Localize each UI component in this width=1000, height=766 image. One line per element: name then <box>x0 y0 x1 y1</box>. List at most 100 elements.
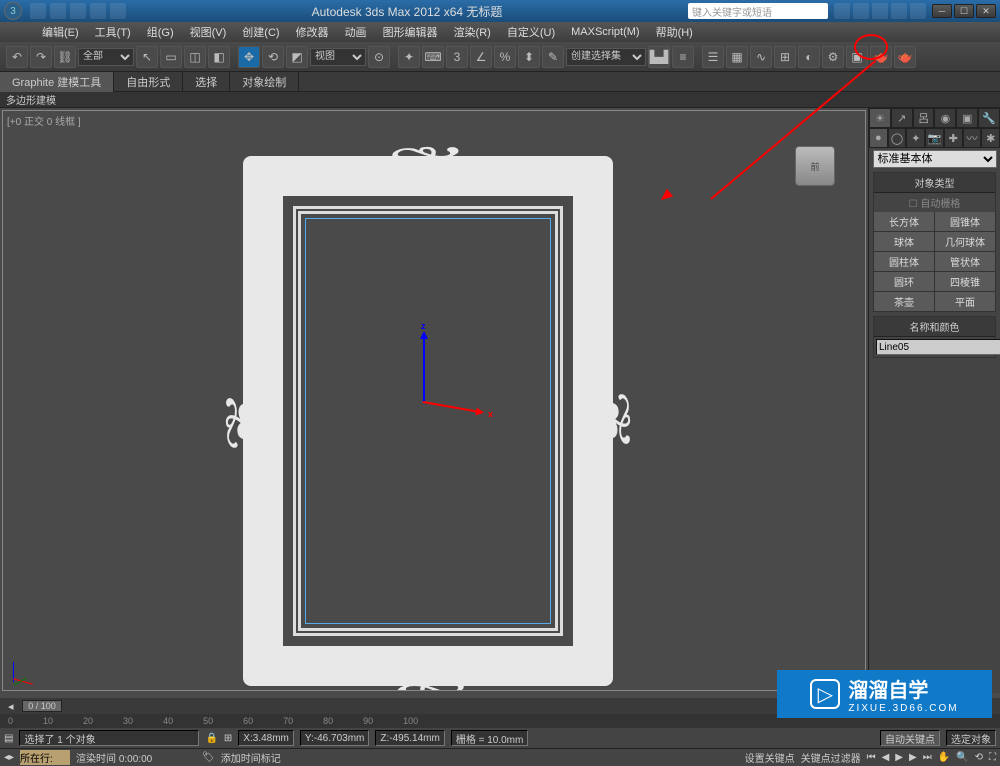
play-next-icon[interactable]: ▶ <box>909 752 917 763</box>
timeline-toggle-icon[interactable]: ◂ <box>8 700 22 713</box>
btn-plane[interactable]: 平面 <box>935 292 995 311</box>
time-slider[interactable]: 0 / 100 <box>22 700 62 712</box>
layer-manager-icon[interactable]: ☰ <box>702 46 724 68</box>
help-icon[interactable] <box>910 3 926 19</box>
curve-editor-icon[interactable]: ∿ <box>750 46 772 68</box>
select-name-icon[interactable]: ▭ <box>160 46 182 68</box>
qat-undo-icon[interactable] <box>90 3 106 19</box>
ref-coord-dropdown[interactable]: 视图 <box>310 48 366 66</box>
transform-type-icon[interactable]: ⊞ <box>224 733 232 744</box>
menu-modifiers[interactable]: 修改器 <box>288 24 337 40</box>
add-time-tag[interactable]: 添加时间标记 <box>221 750 281 765</box>
gizmo-z-axis[interactable] <box>423 333 425 403</box>
category-dropdown[interactable]: 标准基本体 <box>873 150 997 168</box>
schematic-view-icon[interactable]: ⊞ <box>774 46 796 68</box>
play-start-icon[interactable]: ⏮ <box>867 752 876 763</box>
selection-filter-dropdown[interactable]: 全部 <box>78 48 134 66</box>
key-filters-button[interactable]: 关键点过滤器 <box>801 750 861 765</box>
favorites-icon[interactable] <box>891 3 907 19</box>
menu-tools[interactable]: 工具(T) <box>87 24 139 40</box>
tab-modify-icon[interactable]: ↗ <box>891 108 913 128</box>
menu-grapheditors[interactable]: 图形编辑器 <box>375 24 446 40</box>
menu-edit[interactable]: 编辑(E) <box>34 24 87 40</box>
play-prev-icon[interactable]: ◀ <box>882 752 890 763</box>
exchange-icon[interactable] <box>872 3 888 19</box>
nav-orbit-icon[interactable]: ⟲ <box>975 752 983 763</box>
edit-selection-set-icon[interactable]: ✎ <box>542 46 564 68</box>
infocenter-search[interactable]: 键入关键字或短语 <box>688 3 828 19</box>
play-icon[interactable]: ▶ <box>895 752 903 763</box>
viewport-label[interactable]: [+0 正交 0 线框 ] <box>7 113 81 128</box>
menu-help[interactable]: 帮助(H) <box>648 24 701 40</box>
btn-cone[interactable]: 圆锥体 <box>935 212 995 231</box>
render-iterative-icon[interactable]: 🫖 <box>894 46 916 68</box>
cameras-icon[interactable]: 📷 <box>925 128 944 148</box>
transform-gizmo[interactable]: z x <box>423 401 425 403</box>
play-end-icon[interactable]: ⏭ <box>923 752 932 763</box>
btn-pyramid[interactable]: 四棱锥 <box>935 272 995 291</box>
rollout-title[interactable]: 名称和颜色 <box>874 317 995 337</box>
angle-snap-icon[interactable]: ∠ <box>470 46 492 68</box>
time-tag-icon[interactable]: 🏷 <box>202 752 215 763</box>
btn-geosphere[interactable]: 几何球体 <box>935 232 995 251</box>
setkey-button[interactable]: 设置关键点 <box>745 750 795 765</box>
menu-views[interactable]: 视图(V) <box>182 24 235 40</box>
coord-x[interactable]: X: 3.48mm <box>238 730 294 746</box>
systems-icon[interactable]: ✱ <box>981 128 1000 148</box>
selection-set-button[interactable]: 选定对象 <box>946 730 996 746</box>
lights-icon[interactable]: ✦ <box>906 128 925 148</box>
align-icon[interactable]: ≡ <box>672 46 694 68</box>
viewport[interactable]: [+0 正交 0 线框 ] ❦ ❦ ❦ ❦ z x 前 <box>2 110 866 691</box>
spacewarps-icon[interactable]: 〰 <box>963 128 982 148</box>
btn-torus[interactable]: 圆环 <box>874 272 934 291</box>
shapes-icon[interactable]: ◯ <box>888 128 907 148</box>
btn-tube[interactable]: 管状体 <box>935 252 995 271</box>
tab-freeform[interactable]: 自由形式 <box>114 72 183 92</box>
polygon-modeling-label[interactable]: 多边形建模 <box>0 92 1000 108</box>
nav-pan-icon[interactable]: ✋ <box>938 752 950 763</box>
tab-motion-icon[interactable]: ◉ <box>934 108 956 128</box>
viewport-canvas[interactable]: ❦ ❦ ❦ ❦ z x 前 <box>3 111 865 690</box>
menu-customize[interactable]: 自定义(U) <box>499 24 563 40</box>
snap-toggle-icon[interactable]: 3 <box>446 46 468 68</box>
minimize-button[interactable]: ─ <box>932 4 952 18</box>
qat-open-icon[interactable] <box>50 3 66 19</box>
helpers-icon[interactable]: ✚ <box>944 128 963 148</box>
coord-z[interactable]: Z: -495.14mm <box>375 730 444 746</box>
material-editor-icon[interactable]: ◐ <box>798 46 820 68</box>
tab-create-icon[interactable]: ☀ <box>869 108 891 128</box>
tab-selection[interactable]: 选择 <box>183 72 230 92</box>
coord-y[interactable]: Y: -46.703mm <box>300 730 369 746</box>
select-region-icon[interactable]: ◫ <box>184 46 206 68</box>
keyboard-shortcut-icon[interactable]: ⌨ <box>422 46 444 68</box>
select-icon[interactable]: ↖ <box>136 46 158 68</box>
maxscript-mini-icon[interactable]: ▤ <box>4 733 13 744</box>
subscription-icon[interactable] <box>853 3 869 19</box>
pivot-icon[interactable]: ⊙ <box>368 46 390 68</box>
menu-maxscript[interactable]: MAXScript(M) <box>563 26 647 38</box>
nav-maximize-icon[interactable]: ⛶ <box>989 752 996 763</box>
autokey-button[interactable]: 自动关键点 <box>880 730 940 746</box>
menu-animation[interactable]: 动画 <box>337 24 375 40</box>
nav-zoom-icon[interactable]: 🔍 <box>956 752 968 763</box>
render-setup-icon[interactable]: ⚙ <box>822 46 844 68</box>
menu-group[interactable]: 组(G) <box>139 24 182 40</box>
link-icon[interactable]: ⛓ <box>54 46 76 68</box>
menu-rendering[interactable]: 渲染(R) <box>446 24 499 40</box>
tab-utilities-icon[interactable]: 🔧 <box>978 108 1000 128</box>
window-crossing-icon[interactable]: ◧ <box>208 46 230 68</box>
qat-save-icon[interactable] <box>70 3 86 19</box>
qat-new-icon[interactable] <box>30 3 46 19</box>
geometry-icon[interactable]: ● <box>869 128 888 148</box>
named-selection-dropdown[interactable]: 创建选择集 <box>566 48 646 66</box>
close-button[interactable]: ✕ <box>976 4 996 18</box>
undo-icon[interactable]: ↶ <box>6 46 28 68</box>
search-icon[interactable] <box>834 3 850 19</box>
spinner-snap-icon[interactable]: ⬍ <box>518 46 540 68</box>
percent-snap-icon[interactable]: % <box>494 46 516 68</box>
scene-object-frame[interactable]: ❦ ❦ ❦ ❦ <box>243 156 613 686</box>
tab-graphite[interactable]: Graphite 建模工具 <box>0 72 114 92</box>
object-name-input[interactable] <box>876 339 1000 355</box>
btn-cylinder[interactable]: 圆柱体 <box>874 252 934 271</box>
btn-teapot[interactable]: 茶壶 <box>874 292 934 311</box>
